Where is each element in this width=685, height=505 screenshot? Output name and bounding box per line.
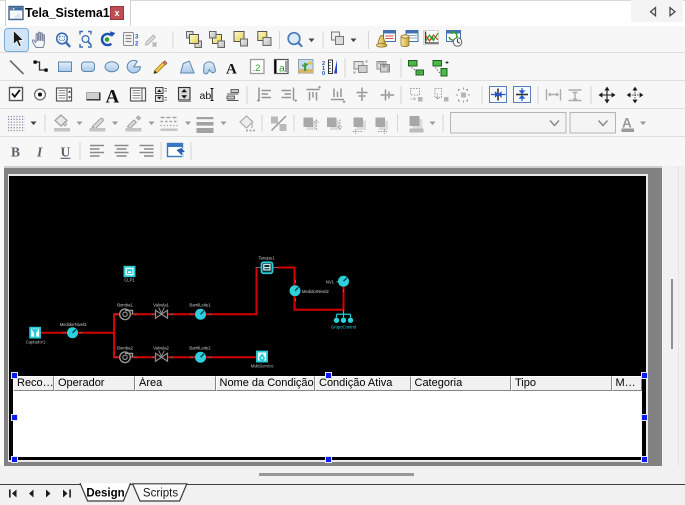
svg-text:CLP1: CLP1 [124, 277, 135, 282]
svg-text:0: 0 [322, 71, 325, 77]
svg-text:3: 3 [135, 35, 139, 41]
svg-text:BarrilLeite1: BarrilLeite1 [189, 302, 211, 307]
svg-text:Tanque1: Tanque1 [258, 255, 275, 260]
svg-text:A: A [622, 116, 632, 131]
svg-text:.2: .2 [253, 63, 261, 74]
svg-text:U: U [61, 145, 71, 160]
svg-text:Valvula2: Valvula2 [153, 345, 169, 350]
svg-text:A: A [226, 62, 237, 78]
svg-text:MultiServico: MultiServico [251, 363, 274, 368]
svg-text:2: 2 [135, 42, 139, 48]
svg-text:a: a [279, 63, 285, 75]
svg-text:B: B [11, 145, 20, 160]
svg-text:MedidorNivel3: MedidorNivel3 [60, 321, 87, 326]
svg-text:I: I [36, 145, 43, 160]
svg-text:A: A [106, 87, 120, 108]
svg-text:Bomba1: Bomba1 [117, 302, 133, 307]
svg-text:MedidorNivel2: MedidorNivel2 [302, 288, 329, 293]
svg-text:BarrilLeite2: BarrilLeite2 [189, 345, 211, 350]
svg-text:Bomba2: Bomba2 [117, 345, 133, 350]
svg-text:Captador1: Captador1 [26, 339, 46, 344]
svg-text:ab: ab [200, 90, 212, 102]
svg-text:Valvula1: Valvula1 [153, 302, 169, 307]
svg-text:NV1: NV1 [326, 279, 335, 284]
svg-text:Scripts: Scripts [143, 488, 178, 500]
svg-text:GrupoControl: GrupoControl [331, 324, 356, 329]
svg-text:Design: Design [86, 488, 124, 500]
